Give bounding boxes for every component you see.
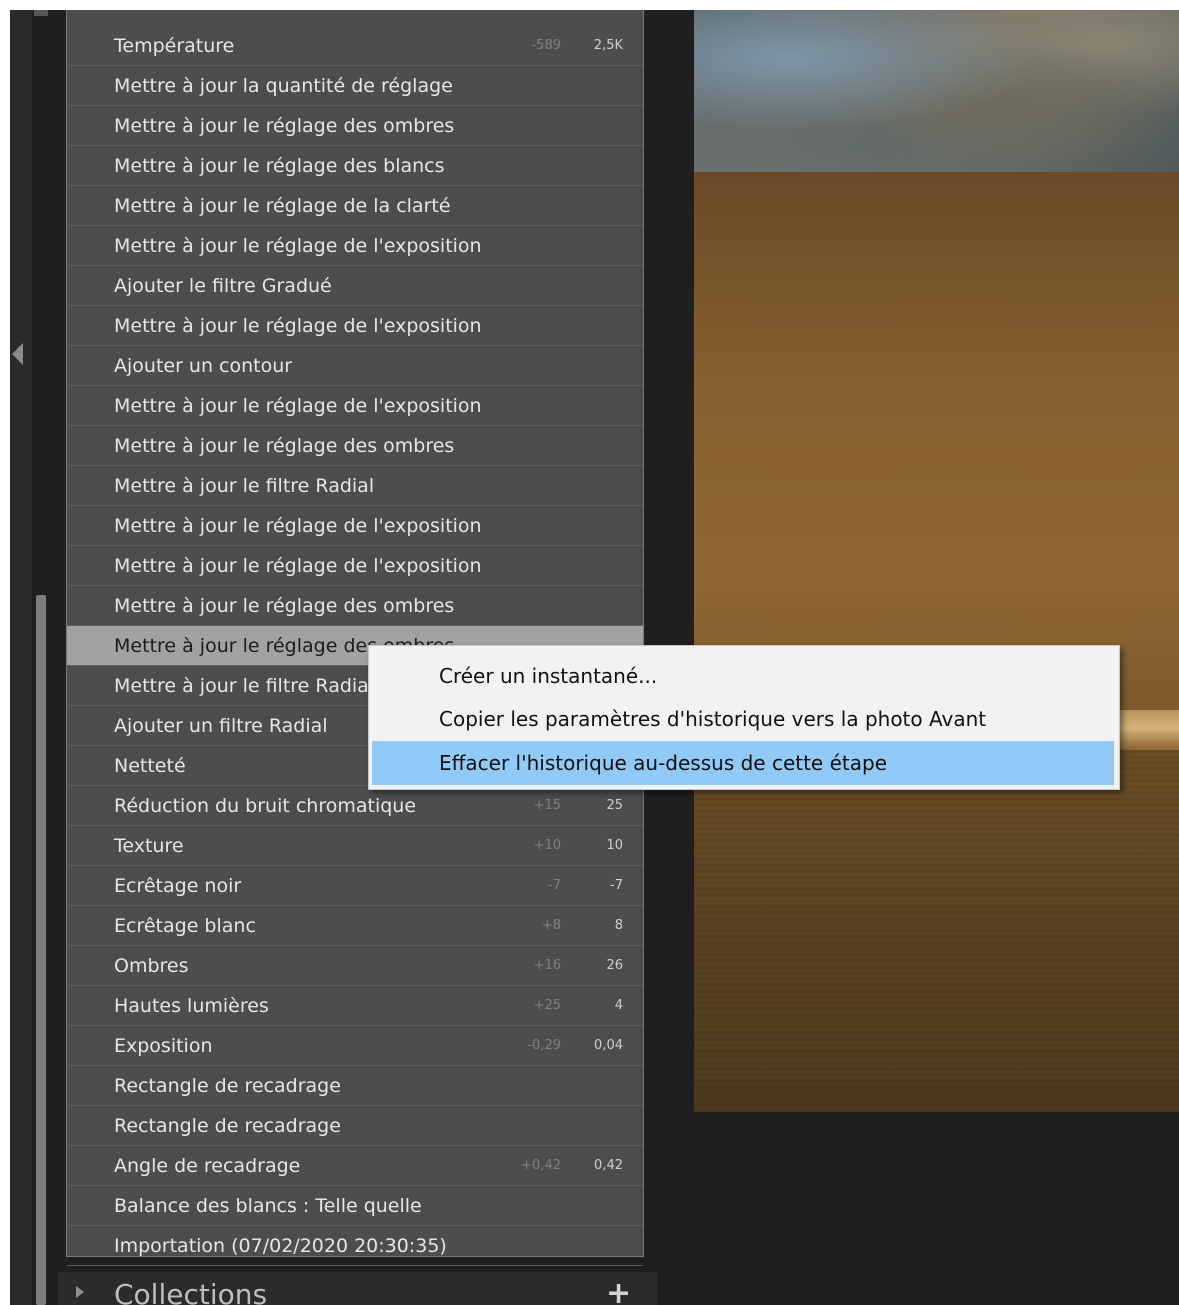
history-item-value: 0,42	[594, 1158, 623, 1173]
history-item[interactable]: Rectangle de recadrage	[67, 1106, 643, 1146]
history-item-label: Ajouter le filtre Gradué	[114, 275, 332, 297]
history-item-label: Réduction du bruit chromatique	[114, 795, 417, 817]
history-item-label: Ecrêtage noir	[114, 875, 242, 897]
photo-preview-painting	[694, 10, 1179, 172]
history-item[interactable]: Balance des blancs : Telle quelle	[67, 1186, 643, 1226]
history-item-delta: +16	[533, 958, 561, 973]
context-menu: Créer un instantané... Copier les paramè…	[368, 645, 1120, 790]
history-item-label: Netteté	[114, 755, 186, 777]
history-item-label: Rectangle de recadrage	[114, 1075, 341, 1097]
history-item-value: 2,5K	[593, 38, 623, 53]
history-item[interactable]: Mettre à jour le réglage des ombres	[67, 586, 643, 626]
history-panel: Température -589 2,5K Mettre à jour la quan…	[66, 10, 644, 1266]
history-item-label: Exposition	[114, 1035, 213, 1057]
collections-label: Collections	[114, 1278, 268, 1305]
history-item-label: Mettre à jour le réglage de l'exposition	[114, 395, 482, 417]
add-collection-button[interactable]: +	[606, 1276, 631, 1305]
history-item-delta: +10	[533, 838, 561, 853]
history-item[interactable]: Mettre à jour le réglage des ombres	[67, 106, 643, 146]
menu-item-label: Effacer l'historique au-dessus de cette …	[439, 751, 887, 775]
history-item-value: 25	[606, 798, 623, 813]
history-item-value: 10	[606, 838, 623, 853]
history-item-label: Mettre à jour le réglage des ombres	[114, 435, 455, 457]
history-item[interactable]: Mettre à jour le réglage de l'exposition	[67, 546, 643, 586]
history-item-label: Mettre à jour le réglage des ombres	[114, 115, 455, 137]
history-item[interactable]: Hautes lumières +25 4	[67, 986, 643, 1026]
history-item-label: Mettre à jour le réglage de l'exposition	[114, 555, 482, 577]
history-item-label: Mettre à jour le réglage des ombres	[114, 595, 455, 617]
history-item[interactable]: Ombres +16 26	[67, 946, 643, 986]
menu-item-create-snapshot[interactable]: Créer un instantané...	[372, 654, 1114, 698]
history-item-label: Température	[114, 35, 235, 57]
history-item-label: Mettre à jour le réglage des blancs	[114, 155, 445, 177]
menu-item-label: Copier les paramètres d'historique vers …	[439, 707, 987, 731]
history-item-delta: +15	[533, 798, 561, 813]
history-item[interactable]: Ecrêtage noir -7 -7	[67, 866, 643, 906]
history-item-label: Ombres	[114, 955, 189, 977]
history-item-label: Mettre à jour la quantité de réglage	[114, 75, 453, 97]
history-item[interactable]: Mettre à jour le réglage de la clarté	[67, 186, 643, 226]
left-panel-edge	[10, 10, 32, 1305]
disclosure-triangle-icon[interactable]	[76, 1286, 84, 1298]
history-item-label: Angle de recadrage	[114, 1155, 301, 1177]
history-item-label: Mettre à jour le réglage de la clarté	[114, 195, 451, 217]
menu-item-copy-history-settings[interactable]: Copier les paramètres d'historique vers …	[372, 697, 1114, 741]
history-item[interactable]: Exposition -0,29 0,04	[67, 1026, 643, 1066]
history-item[interactable]: Mettre à jour le réglage de l'exposition	[67, 226, 643, 266]
history-item-value: 0,04	[594, 1038, 623, 1053]
history-item-label: Mettre à jour le réglage de l'exposition	[114, 315, 482, 337]
history-item[interactable]: Ajouter le filtre Gradué	[67, 266, 643, 306]
history-item-label: Texture	[114, 835, 184, 857]
history-item-delta: +25	[533, 998, 561, 1013]
photo-preview-wall	[694, 172, 1179, 710]
history-item[interactable]: Importation (07/02/2020 20:30:35)	[67, 1226, 643, 1266]
history-item[interactable]: Mettre à jour le filtre Radial	[67, 466, 643, 506]
history-item-value: 26	[606, 958, 623, 973]
history-item-label: Balance des blancs : Telle quelle	[114, 1195, 422, 1217]
history-item-label: Hautes lumières	[114, 995, 269, 1017]
history-item-delta: -7	[548, 878, 561, 893]
history-item[interactable]: Mettre à jour le réglage des blancs	[67, 146, 643, 186]
lightroom-develop-window: Température -589 2,5K Mettre à jour la quan…	[10, 10, 1179, 1305]
history-item[interactable]: Ajouter un contour	[67, 346, 643, 386]
photo-preview-floor	[694, 750, 1179, 1112]
history-item-label: Rectangle de recadrage	[114, 1115, 341, 1137]
history-item-label: Ajouter un filtre Radial	[114, 715, 328, 737]
history-item-value: 8	[614, 918, 623, 933]
history-item-label: Ecrêtage blanc	[114, 915, 256, 937]
history-item[interactable]: Mettre à jour le réglage de l'exposition	[67, 386, 643, 426]
history-item[interactable]: Texture +10 10	[67, 826, 643, 866]
menu-item-label: Créer un instantané...	[439, 664, 658, 688]
scrollbar-thumb[interactable]	[36, 595, 46, 1305]
collapse-left-panel-icon[interactable]	[12, 343, 23, 365]
history-item[interactable]: Ecrêtage blanc +8 8	[67, 906, 643, 946]
history-item-label: Mettre à jour le réglage de l'exposition	[114, 515, 482, 537]
history-item-delta: +0,42	[521, 1158, 561, 1173]
history-item-label: Mettre à jour le filtre Radial	[114, 675, 375, 697]
menu-item-clear-history-above[interactable]: Effacer l'historique au-dessus de cette …	[372, 741, 1114, 785]
history-item[interactable]: Rectangle de recadrage	[67, 1066, 643, 1106]
history-item-delta: -589	[531, 38, 561, 53]
history-item[interactable]: Réduction du bruit chromatique +15 25	[67, 786, 643, 826]
history-item[interactable]: Mettre à jour le réglage de l'exposition	[67, 506, 643, 546]
history-item[interactable]: Mettre à jour la quantité de réglage	[67, 66, 643, 106]
history-item[interactable]: Mettre à jour le réglage de l'exposition	[67, 306, 643, 346]
history-item-delta: +8	[541, 918, 561, 933]
history-item-value: 4	[614, 998, 623, 1013]
history-item[interactable]: Angle de recadrage +0,42 0,42	[67, 1146, 643, 1186]
history-item-label: Mettre à jour le filtre Radial	[114, 475, 375, 497]
history-item-label: Importation (07/02/2020 20:30:35)	[114, 1235, 447, 1257]
history-item-label: Mettre à jour le réglage de l'exposition	[114, 235, 482, 257]
history-item[interactable]: Température -589 2,5K	[67, 26, 643, 66]
history-item-value: -7	[610, 878, 623, 893]
collections-header[interactable]: Collections +	[58, 1272, 658, 1305]
history-item-delta: -0,29	[527, 1038, 561, 1053]
scroll-top-marker	[34, 10, 48, 16]
history-item[interactable]: Mettre à jour le réglage des ombres	[67, 426, 643, 466]
history-item-label: Ajouter un contour	[114, 355, 293, 377]
